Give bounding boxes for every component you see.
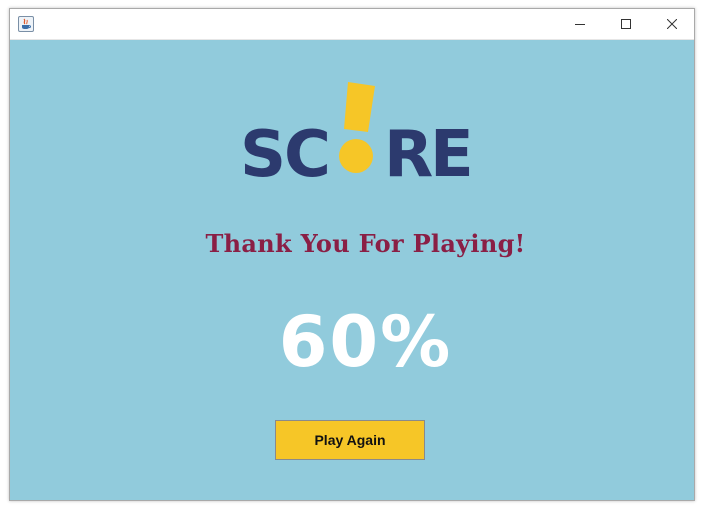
logo-exclamation-dot: [339, 139, 373, 173]
maximize-icon: [621, 19, 631, 29]
title-bar[interactable]: [10, 9, 694, 40]
logo-letter-c: C: [284, 118, 331, 185]
game-window: S C R E Thank You For Playing! 60% Play …: [9, 8, 695, 501]
thank-you-message: Thank You For Playing!: [205, 229, 526, 258]
score-logo: S C R E: [240, 82, 474, 185]
close-icon: [667, 19, 677, 29]
maximize-button[interactable]: [603, 9, 649, 39]
content-area: S C R E Thank You For Playing! 60% Play …: [10, 40, 694, 500]
minimize-icon: [575, 24, 585, 25]
play-again-button[interactable]: Play Again: [275, 420, 425, 460]
logo-letter-s: S: [240, 118, 286, 185]
logo-exclamation-bar: [344, 82, 375, 132]
logo-letter-e: E: [430, 118, 474, 185]
score-percentage: 60%: [278, 301, 453, 383]
close-button[interactable]: [649, 9, 694, 39]
java-app-icon: [18, 16, 34, 32]
logo-letter-r: R: [384, 118, 433, 185]
minimize-button[interactable]: [557, 9, 603, 39]
